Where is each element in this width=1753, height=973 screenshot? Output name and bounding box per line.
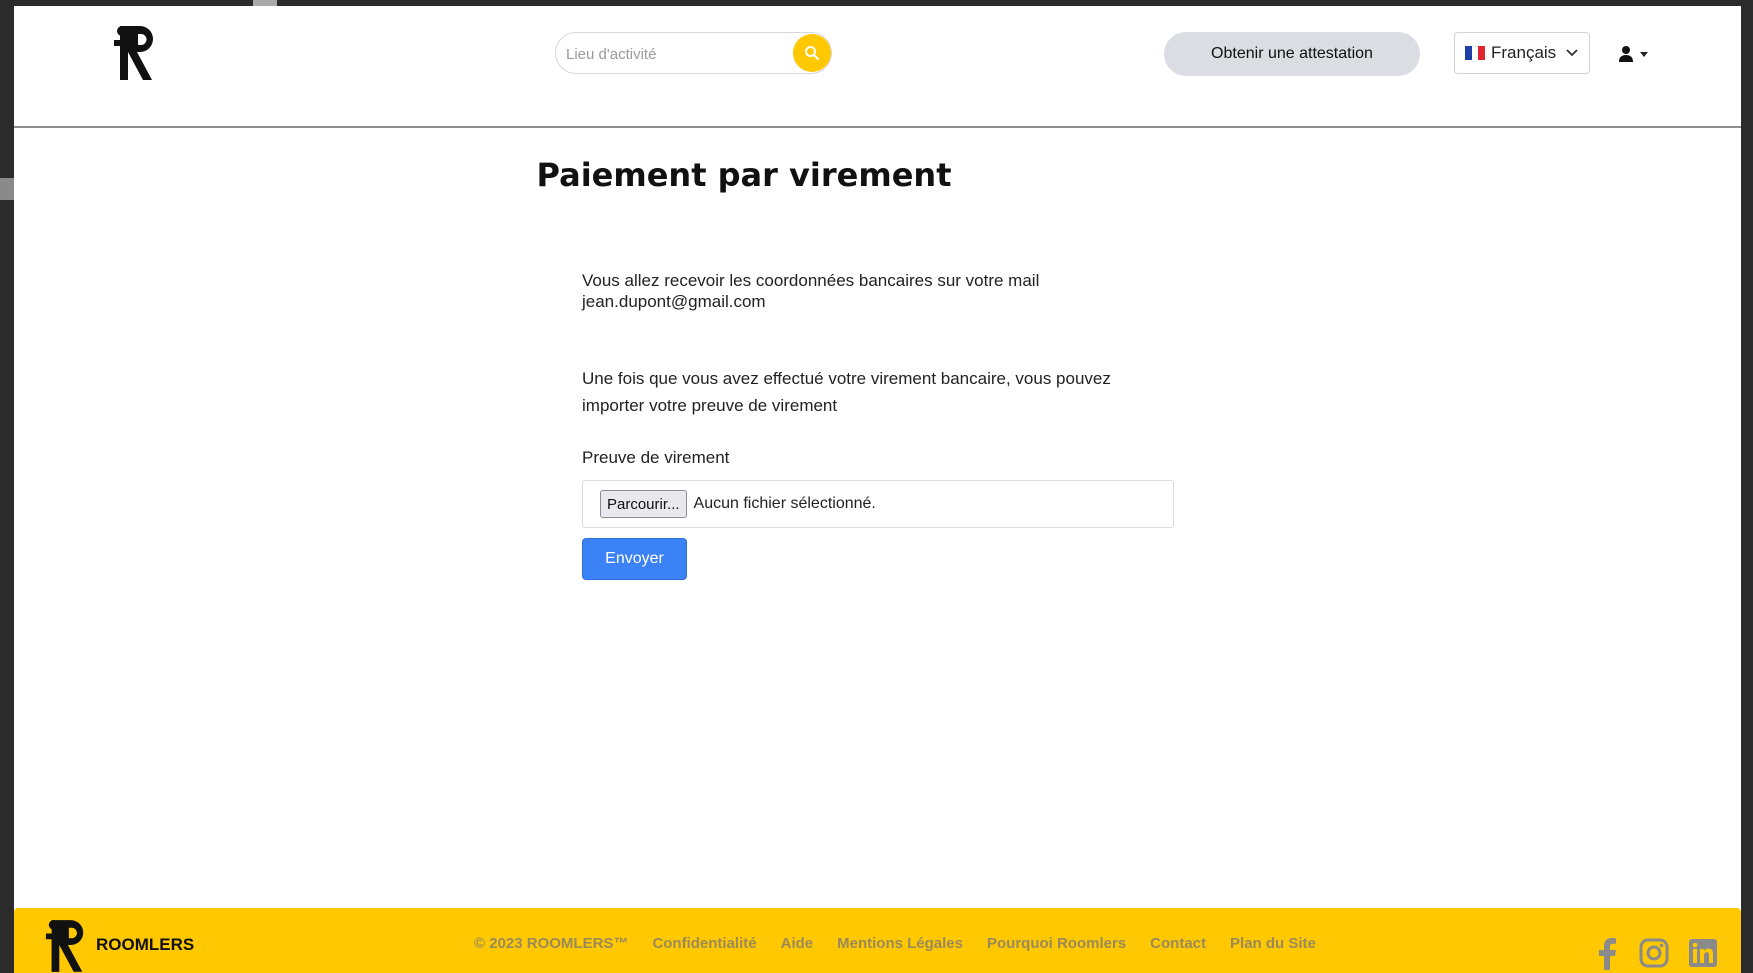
page: Obtenir une attestation Français Paiemen… — [14, 6, 1741, 973]
search-bar — [555, 32, 832, 75]
instagram-icon — [1639, 938, 1669, 968]
submit-button[interactable]: Envoyer — [582, 538, 687, 580]
facebook-icon — [1599, 938, 1616, 970]
bank-details-text: Vous allez recevoir les coordonnées banc… — [582, 271, 1040, 290]
page-title: Paiement par virement — [536, 156, 952, 194]
proof-file-input[interactable]: Parcourir... Aucun fichier sélectionné. — [582, 480, 1174, 528]
scroll-marker — [0, 178, 14, 200]
linkedin-icon — [1689, 939, 1717, 967]
language-select[interactable]: Français — [1454, 32, 1590, 74]
footer-logo[interactable] — [44, 916, 88, 973]
user-menu-toggle[interactable] — [1618, 42, 1658, 66]
footer-link-privacy[interactable]: Confidentialité — [652, 935, 756, 952]
france-flag-icon — [1465, 46, 1486, 62]
footer-brand: ROOMLERS — [96, 935, 195, 954]
footer-copyright: © 2023 ROOMLERS™ — [474, 935, 629, 952]
language-selected-label: Français — [1491, 43, 1557, 62]
footer-link-sitemap[interactable]: Plan du Site — [1230, 935, 1316, 952]
instagram-link[interactable] — [1639, 938, 1669, 970]
footer-link-contact[interactable]: Contact — [1150, 935, 1206, 952]
footer-link-legal[interactable]: Mentions Légales — [837, 935, 963, 952]
proof-file-label: Preuve de virement — [582, 448, 730, 467]
browse-button[interactable]: Parcourir... — [600, 490, 687, 518]
linkedin-link[interactable] — [1688, 938, 1718, 970]
user-email: jean.dupont@gmail.com — [582, 292, 766, 311]
get-attestation-button[interactable]: Obtenir une attestation — [1164, 32, 1420, 76]
user-icon — [1619, 46, 1633, 62]
footer-link-why-roomlers[interactable]: Pourquoi Roomlers — [987, 935, 1126, 952]
bank-details-info: Vous allez recevoir les coordonnées banc… — [582, 270, 1142, 312]
search-icon — [805, 46, 820, 61]
facebook-link[interactable] — [1594, 938, 1624, 970]
roomlers-logo-icon — [114, 26, 153, 80]
search-button[interactable] — [793, 34, 831, 72]
roomlers-logo[interactable] — [112, 22, 158, 82]
file-status: Aucun fichier sélectionné. — [693, 495, 876, 512]
footer-link-help[interactable]: Aide — [781, 935, 814, 952]
chevron-down-icon — [1566, 49, 1578, 57]
caret-down-icon — [1640, 51, 1648, 57]
window-left-edge — [0, 0, 14, 973]
footer-nav: © 2023 ROOMLERS™ Confidentialité Aide Me… — [474, 935, 1316, 952]
site-footer: ROOMLERS © 2023 ROOMLERS™ Confidentialit… — [14, 908, 1741, 973]
site-header: Obtenir une attestation Français — [14, 6, 1741, 128]
roomlers-logo-icon — [45, 920, 84, 972]
transfer-instructions: Une fois que vous avez effectué votre vi… — [582, 369, 1111, 415]
search-input[interactable] — [564, 33, 790, 75]
